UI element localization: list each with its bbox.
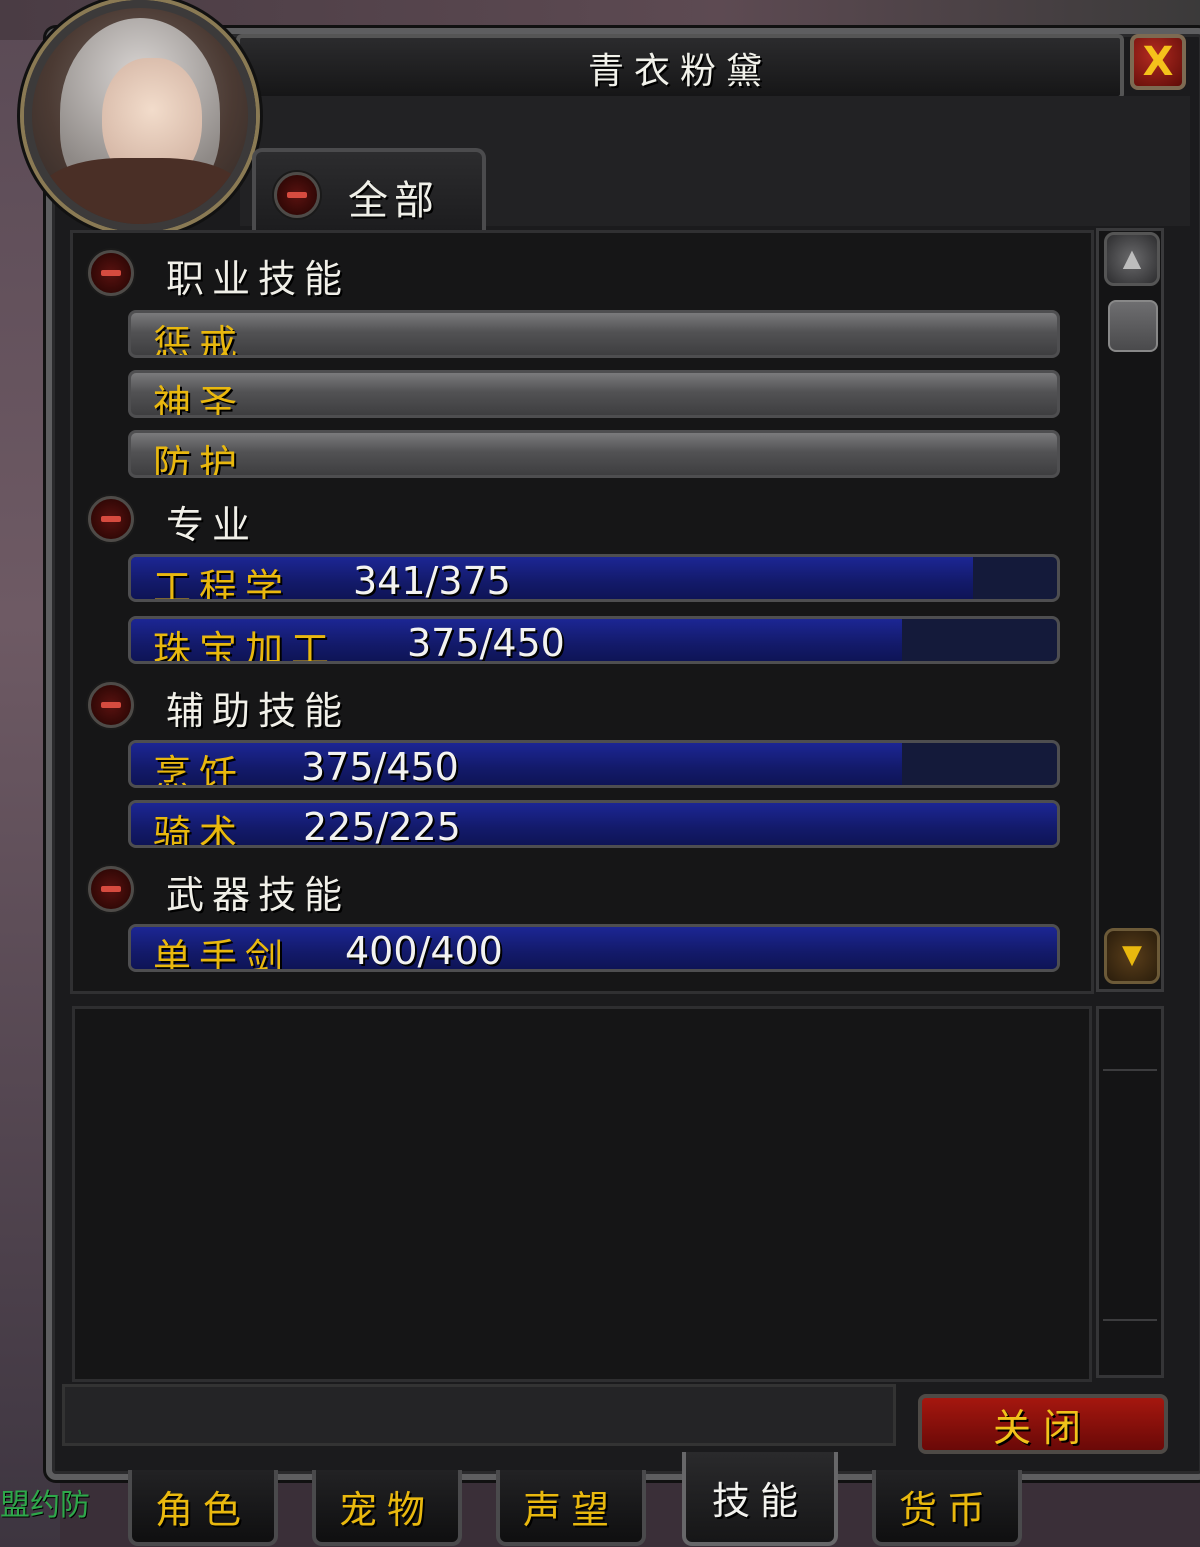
category-label: 武器技能 <box>166 873 351 917</box>
skill-name: 烹饪 <box>153 752 246 788</box>
scroll-thumb[interactable] <box>1108 300 1158 352</box>
window-title: 青衣粉黛 <box>587 51 772 92</box>
collapse-icon[interactable] <box>88 496 134 542</box>
scroll-down-icon[interactable]: ▼ <box>1104 928 1160 984</box>
filter-tab-label: 全部 <box>348 178 440 224</box>
skill-row[interactable]: 烹饪 375/450 <box>128 740 1060 788</box>
close-icon[interactable]: X <box>1130 34 1186 90</box>
skill-value: 400/400 <box>345 929 503 972</box>
skill-row[interactable]: 防护 <box>128 430 1060 478</box>
category-label: 职业技能 <box>166 257 351 301</box>
character-portrait-avatar[interactable] <box>24 0 256 232</box>
skill-detail-pane <box>72 1006 1092 1382</box>
skill-name: 骑术 <box>153 812 246 848</box>
skill-value: 341/375 <box>353 559 511 602</box>
skill-row[interactable]: 骑术 225/225 <box>128 800 1060 848</box>
skill-row[interactable]: 单手剑 400/400 <box>128 924 1060 972</box>
title-bar[interactable]: 青衣粉黛 <box>236 34 1124 100</box>
tab-pet[interactable]: 宠物 <box>312 1470 462 1546</box>
skill-row[interactable]: 工程学 341/375 <box>128 554 1060 602</box>
category-label: 辅助技能 <box>166 689 351 733</box>
skill-name: 珠宝加工 <box>153 628 338 664</box>
skill-name: 神圣 <box>153 382 246 418</box>
category-label: 专业 <box>166 503 259 547</box>
skill-name: 防护 <box>153 442 246 478</box>
scroll-up-icon[interactable]: ▲ <box>1104 232 1160 286</box>
tab-reputation[interactable]: 声望 <box>496 1470 646 1546</box>
filter-tab-all[interactable]: 全部 <box>252 148 486 232</box>
skill-name: 单手剑 <box>153 936 292 972</box>
portrait-body <box>42 158 242 224</box>
scrollbar-divider <box>1103 1319 1157 1321</box>
skill-progress-fill <box>131 803 1057 845</box>
detail-scrollbar[interactable] <box>1096 1006 1164 1378</box>
tab-currency[interactable]: 货币 <box>872 1470 1022 1546</box>
close-button[interactable]: 关闭 <box>918 1394 1168 1454</box>
skill-value: 375/450 <box>407 621 565 664</box>
skill-name: 工程学 <box>153 566 292 602</box>
skill-row[interactable]: 神圣 <box>128 370 1060 418</box>
collapse-all-icon[interactable] <box>274 172 320 218</box>
skill-row[interactable]: 珠宝加工 375/450 <box>128 616 1060 664</box>
bottom-strip <box>62 1384 896 1446</box>
side-nameplate-text: 盟约防 <box>0 1488 90 1523</box>
skill-value: 375/450 <box>301 745 459 788</box>
skill-progress-fill <box>131 743 903 785</box>
skill-value: 225/225 <box>303 805 461 848</box>
scrollbar-divider <box>1103 1069 1157 1071</box>
skill-name: 惩戒 <box>153 322 246 358</box>
collapse-icon[interactable] <box>88 866 134 912</box>
tab-skills[interactable]: 技能 <box>682 1452 838 1546</box>
collapse-icon[interactable] <box>88 682 134 728</box>
tab-character[interactable]: 角色 <box>128 1470 278 1546</box>
collapse-icon[interactable] <box>88 250 134 296</box>
skill-row[interactable]: 惩戒 <box>128 310 1060 358</box>
